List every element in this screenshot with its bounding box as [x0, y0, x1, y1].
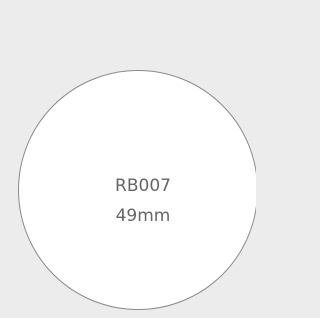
label-preview-canvas: RB007 49mm [0, 0, 256, 318]
label-size: 49mm [115, 206, 171, 226]
label-code: RB007 [115, 176, 171, 196]
